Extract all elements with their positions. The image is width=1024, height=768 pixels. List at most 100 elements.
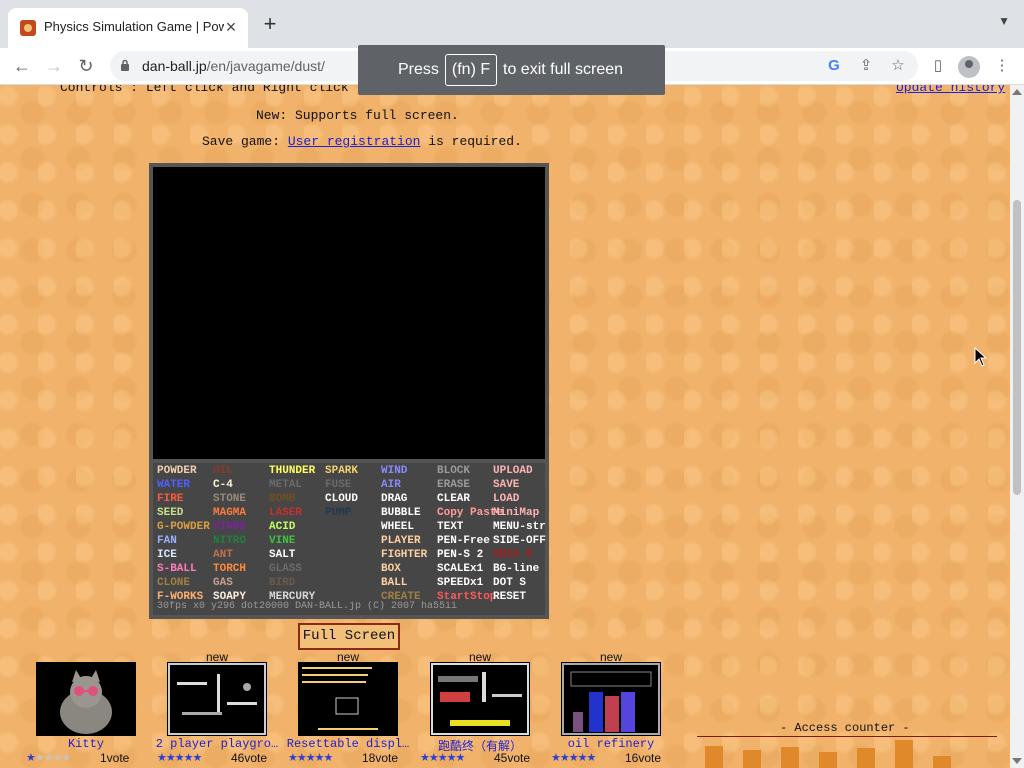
element-button[interactable]: DRAG	[381, 493, 407, 506]
element-button[interactable]: MAGMA	[213, 507, 246, 520]
browser-tab[interactable]: Physics Simulation Game | Powder Game ×	[8, 8, 248, 48]
element-button[interactable]: FIGHTER	[381, 549, 427, 562]
element-button[interactable]: WIND	[381, 465, 407, 478]
star-icon[interactable]: ★	[420, 752, 430, 764]
scroll-down-arrow-icon[interactable]	[1012, 758, 1022, 764]
element-button[interactable]: VINE	[269, 535, 295, 548]
thumbnail-image[interactable]	[36, 662, 136, 736]
full-screen-button[interactable]: Full Screen	[298, 623, 400, 650]
gallery-title[interactable]: oil refinery	[541, 737, 681, 751]
thumbnail-image[interactable]	[430, 662, 530, 736]
element-button[interactable]: CLEAR	[437, 493, 470, 506]
element-button[interactable]: CREATE	[381, 591, 421, 604]
side-panel-icon[interactable]: ▯	[926, 54, 950, 78]
star-icon[interactable]: ★	[551, 752, 561, 764]
element-button[interactable]: CLONE	[157, 577, 190, 590]
element-button[interactable]: G-POWDER	[157, 521, 210, 534]
element-button[interactable]: LASER	[269, 507, 302, 520]
star-icon[interactable]: ★	[429, 752, 439, 764]
star-icon[interactable]: ★	[166, 752, 176, 764]
element-button[interactable]: ANT	[213, 549, 233, 562]
element-button[interactable]: BUBBLE	[381, 507, 421, 520]
star-icon[interactable]: ★	[26, 752, 36, 764]
browser-menu-icon[interactable]: ⋮	[990, 54, 1014, 78]
element-button[interactable]: StartStop	[437, 591, 496, 604]
element-button[interactable]: SPARK	[325, 465, 358, 478]
element-button[interactable]: MERCURY	[269, 591, 315, 604]
element-button[interactable]: POWDER	[157, 465, 197, 478]
element-button[interactable]: SCALEx1	[437, 563, 483, 576]
element-button[interactable]: BALL	[381, 577, 407, 590]
element-button[interactable]: C-4	[213, 479, 233, 492]
star-icon[interactable]: ★	[184, 752, 194, 764]
share-icon[interactable]: ⇪	[854, 54, 878, 78]
element-button[interactable]: GLASS	[269, 563, 302, 576]
element-button[interactable]: PEN-Free	[437, 535, 490, 548]
element-button[interactable]: SOAPY	[213, 591, 246, 604]
element-button[interactable]: BOMB	[269, 493, 295, 506]
element-button[interactable]: PUMP	[325, 507, 351, 520]
star-rating[interactable]: ★★★★★	[157, 751, 203, 764]
element-button[interactable]: BOX	[381, 563, 401, 576]
star-icon[interactable]: ★	[578, 752, 588, 764]
element-button[interactable]: SEED	[157, 507, 183, 520]
element-button[interactable]: WHEEL	[381, 521, 414, 534]
back-arrow-icon[interactable]: ←	[10, 54, 34, 78]
element-button[interactable]: MENU-str	[493, 521, 546, 534]
star-rating[interactable]: ★★★★★	[26, 751, 71, 764]
element-button[interactable]: PEN-S 2	[437, 549, 483, 562]
star-rating[interactable]: ★★★★★	[288, 751, 333, 764]
element-button[interactable]: GRID 0	[493, 549, 533, 562]
element-button[interactable]: SIDE-OFF	[493, 535, 546, 548]
star-icon[interactable]: ★	[447, 752, 457, 764]
element-button[interactable]: GAS	[213, 577, 233, 590]
star-icon[interactable]: ★	[193, 752, 203, 764]
element-button[interactable]: BIRD	[269, 577, 295, 590]
star-icon[interactable]: ★	[315, 752, 325, 764]
google-icon[interactable]: G	[822, 54, 846, 78]
element-button[interactable]: RESET	[493, 591, 526, 604]
element-button[interactable]: LOAD	[493, 493, 519, 506]
element-button[interactable]: AIR	[381, 479, 401, 492]
thumbnail-image[interactable]	[298, 662, 398, 736]
star-icon[interactable]: ★	[157, 752, 167, 764]
element-button[interactable]: S-BALL	[157, 563, 197, 576]
star-icon[interactable]: ★	[569, 752, 579, 764]
element-button[interactable]: SPEEDx1	[437, 577, 483, 590]
element-button[interactable]: DOT S	[493, 577, 526, 590]
gallery-title[interactable]: Resettable displ…	[278, 737, 418, 751]
element-button[interactable]: TORCH	[213, 563, 246, 576]
star-icon[interactable]: ★	[35, 752, 45, 764]
game-canvas[interactable]	[153, 167, 545, 459]
star-icon[interactable]: ★	[456, 752, 466, 764]
star-icon[interactable]: ★	[53, 752, 63, 764]
element-button[interactable]: MiniMap	[493, 507, 539, 520]
star-icon[interactable]: ★	[44, 752, 54, 764]
element-button[interactable]: NITRO	[213, 535, 246, 548]
star-rating[interactable]: ★★★★★	[551, 751, 597, 764]
forward-arrow-icon[interactable]: →	[42, 54, 66, 78]
element-button[interactable]: SAVE	[493, 479, 519, 492]
element-button[interactable]: VIRUS	[213, 521, 246, 534]
element-button[interactable]: BG-line	[493, 563, 539, 576]
element-button[interactable]: THUNDER	[269, 465, 315, 478]
reload-icon[interactable]: ↻	[74, 54, 98, 78]
thumbnail-image[interactable]	[561, 662, 661, 736]
star-icon[interactable]: ★	[438, 752, 448, 764]
star-icon[interactable]: ★	[297, 752, 307, 764]
element-button[interactable]: METAL	[269, 479, 302, 492]
element-button[interactable]: FAN	[157, 535, 177, 548]
star-icon[interactable]: ★	[587, 752, 597, 764]
close-tab-icon[interactable]: ×	[222, 18, 240, 36]
star-icon[interactable]: ★	[560, 752, 570, 764]
scrollbar-thumb[interactable]	[1013, 200, 1021, 495]
element-button[interactable]: ACID	[269, 521, 295, 534]
element-button[interactable]: FIRE	[157, 493, 183, 506]
star-rating[interactable]: ★★★★★	[420, 751, 466, 764]
element-button[interactable]: PLAYER	[381, 535, 421, 548]
page-scrollbar[interactable]	[1010, 85, 1024, 768]
thumbnail-image[interactable]	[167, 662, 267, 736]
element-button[interactable]: FUSE	[325, 479, 351, 492]
element-button[interactable]: UPLOAD	[493, 465, 533, 478]
element-button[interactable]: SALT	[269, 549, 295, 562]
